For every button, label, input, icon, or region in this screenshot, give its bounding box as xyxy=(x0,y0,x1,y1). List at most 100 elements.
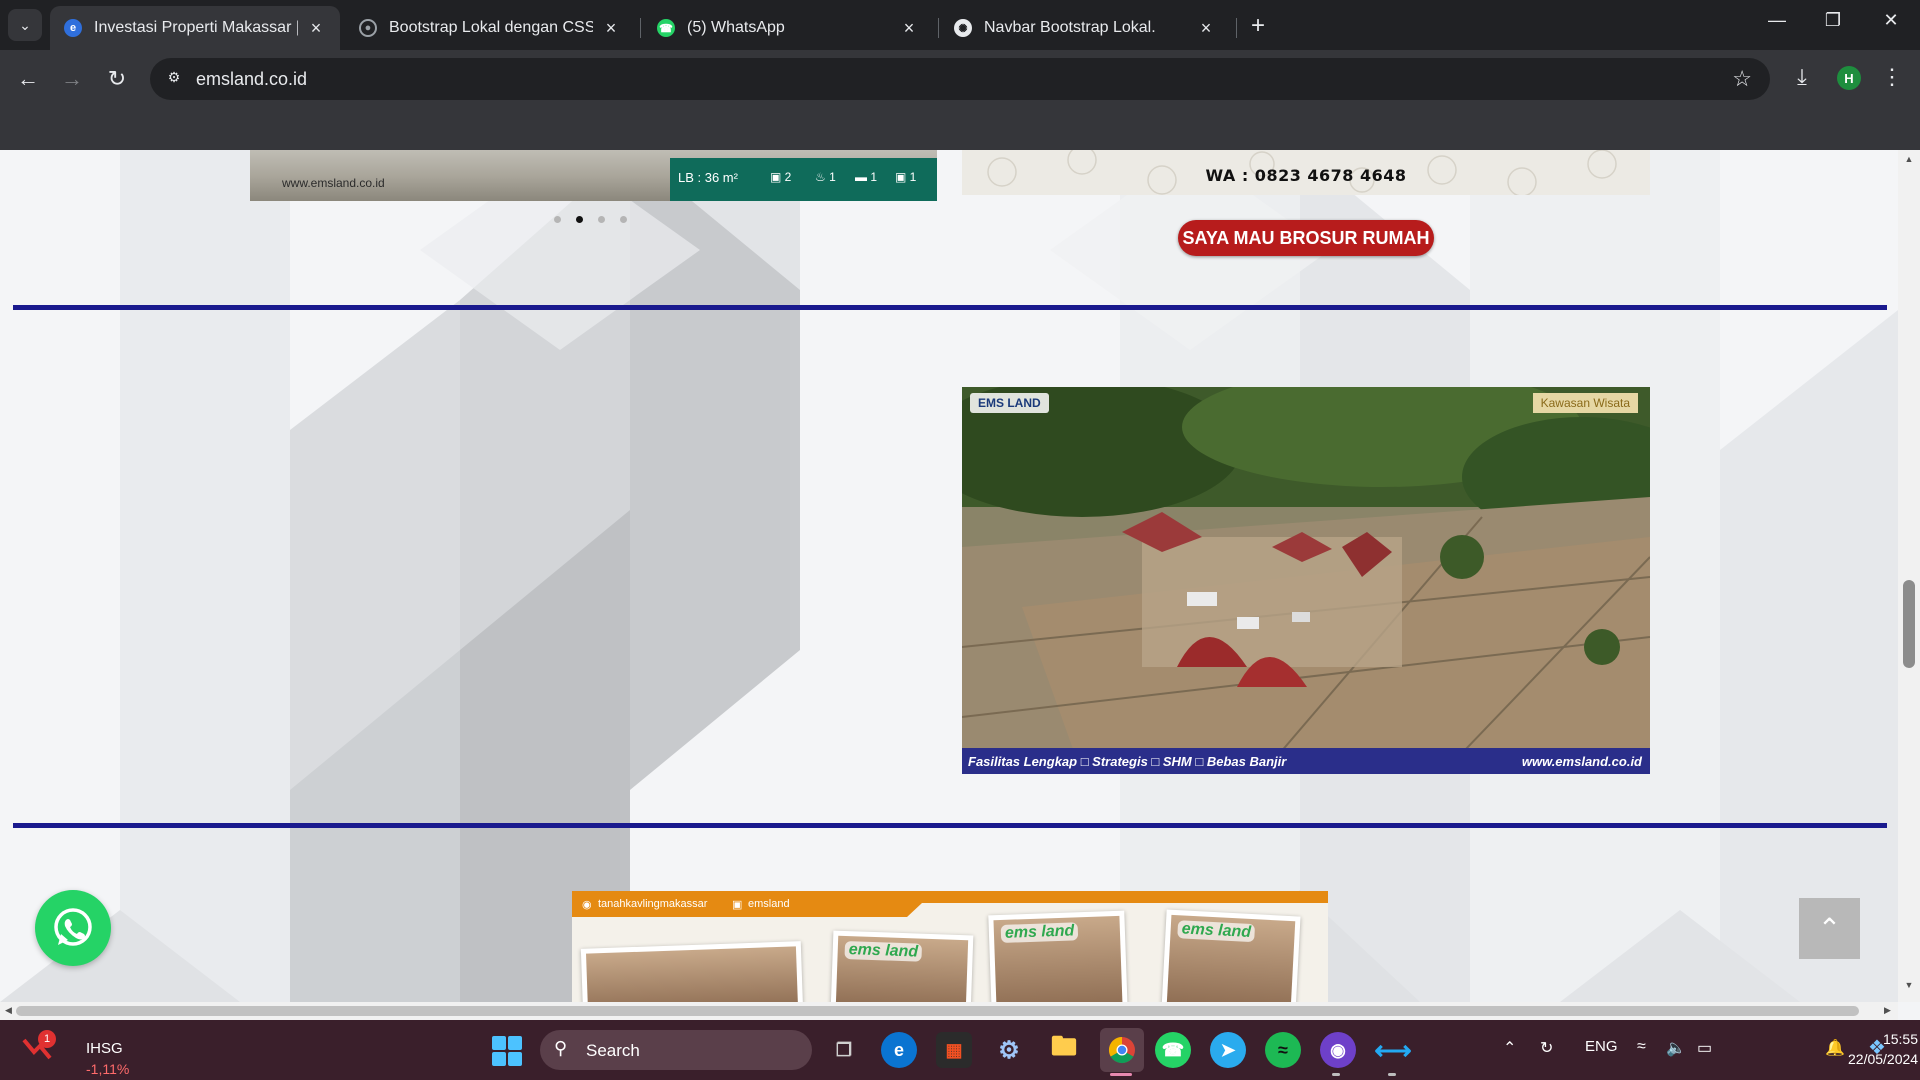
folder-icon: 🖿 xyxy=(1050,1031,1077,1061)
tab-search-button[interactable]: ⌄ xyxy=(8,9,42,41)
menu-kebab-icon[interactable]: ⋮ xyxy=(1877,64,1907,90)
horizontal-scrollbar[interactable]: ◀ ▶ xyxy=(0,1002,1898,1020)
site-info-icon[interactable]: ⚙ xyxy=(164,69,184,89)
ems-land-sign: ems land xyxy=(1000,922,1079,943)
volume-icon[interactable]: 🔈 xyxy=(1666,1038,1686,1058)
notification-bell-icon[interactable]: 🔔 xyxy=(1825,1038,1845,1058)
back-to-top-button[interactable]: ⌃ xyxy=(1799,898,1860,959)
stock-widget[interactable]: 1 IHSG -1,11% xyxy=(22,1030,129,1077)
profile-avatar[interactable]: H xyxy=(1837,66,1861,90)
telegram-app[interactable]: ➤ xyxy=(1210,1032,1246,1068)
whatsapp-number: WA : 0823 4678 4648 xyxy=(1205,166,1407,185)
close-icon[interactable]: × xyxy=(1196,18,1216,39)
bookmark-star-icon[interactable]: ☆ xyxy=(1732,66,1752,92)
running-app-indicator xyxy=(1332,1073,1340,1076)
close-icon[interactable]: × xyxy=(306,18,326,39)
spotify-icon: ≈ xyxy=(1278,1039,1288,1060)
restore-button[interactable]: ❐ xyxy=(1818,10,1848,31)
search-label: Search xyxy=(586,1041,640,1060)
new-tab-button[interactable]: + xyxy=(1245,12,1271,40)
store-app[interactable]: ▦ xyxy=(936,1032,972,1068)
scroll-up-arrow-icon[interactable]: ▲ xyxy=(1898,154,1920,164)
file-explorer-app[interactable]: 🖿 xyxy=(1046,1031,1082,1068)
sync-icon[interactable]: ↻ xyxy=(1540,1038,1553,1058)
taskbar-search[interactable]: ⚲ Search xyxy=(540,1030,812,1070)
back-button[interactable]: ← xyxy=(13,64,43,94)
car-icon: ▬ 1 xyxy=(855,170,878,184)
tab-whatsapp[interactable]: ☎ (5) WhatsApp × xyxy=(643,6,933,50)
address-bar[interactable]: ⚙ emsland.co.id ☆ xyxy=(150,58,1770,100)
social-photo-banner[interactable]: ◉ tanahkavlingmakassar ▣ emsland ems lan… xyxy=(572,891,1328,1002)
bath-count: 1 xyxy=(829,170,836,184)
carousel-dot-active[interactable] xyxy=(576,216,583,223)
photo-image xyxy=(586,946,799,1002)
carport-count: 1 xyxy=(909,170,917,184)
tab-separator xyxy=(938,18,939,38)
bed-count: 2 xyxy=(784,170,792,184)
whatsapp-float-button[interactable] xyxy=(35,890,111,966)
scroll-left-arrow-icon[interactable]: ◀ xyxy=(5,1005,12,1016)
vscode-app[interactable]: ⟷ xyxy=(1374,1032,1411,1068)
instagram-icon: ◉ xyxy=(582,899,592,911)
notification-badge: 1 xyxy=(38,1030,56,1048)
forward-button[interactable]: → xyxy=(57,64,87,94)
wifi-icon[interactable]: ≈ xyxy=(1637,1038,1646,1056)
whatsapp-icon xyxy=(54,908,92,946)
stock-change: -1,11% xyxy=(86,1061,130,1077)
download-icon[interactable]: ⤓ xyxy=(1787,64,1817,90)
close-window-button[interactable]: ✕ xyxy=(1876,10,1906,31)
property-banner-image[interactable]: www.emsland.co.id LB : 36 m² ▣ 2 ♨ 1 ▬ 1… xyxy=(250,150,937,201)
ems-land-sign: ems land xyxy=(844,940,923,962)
task-view-button[interactable]: ❐ xyxy=(826,1032,862,1068)
video-caption-bar: Fasilitas Lengkap □ Strategis □ SHM □ Be… xyxy=(962,748,1650,774)
brochure-cta-button[interactable]: SAYA MAU BROSUR RUMAH xyxy=(1178,220,1434,256)
carport-icon: ▣ 1 xyxy=(895,170,917,184)
minimize-icon: — xyxy=(1768,10,1786,30)
stock-widget-icon: 1 xyxy=(22,1030,56,1062)
aerial-view-image xyxy=(962,387,1650,774)
restore-icon: ❐ xyxy=(1824,10,1842,30)
close-icon[interactable]: × xyxy=(899,18,919,39)
carousel-dot[interactable] xyxy=(620,216,627,223)
scrollbar-thumb[interactable] xyxy=(16,1006,1859,1016)
carousel-indicators xyxy=(554,216,627,223)
start-button[interactable] xyxy=(492,1036,522,1066)
reload-icon: ↻ xyxy=(107,66,127,91)
tab-title: Navbar Bootstrap Lokal. xyxy=(984,19,1156,36)
scroll-right-arrow-icon[interactable]: ▶ xyxy=(1884,1005,1891,1016)
close-icon[interactable]: × xyxy=(601,18,621,39)
video-player[interactable]: EMS LAND Kawasan Wisata Fasilitas Lengka… xyxy=(962,387,1650,774)
url-text[interactable]: emsland.co.id xyxy=(196,69,307,90)
instagram-handle: tanahkavlingmakassar xyxy=(598,898,708,910)
video-tag-label: Kawasan Wisata xyxy=(1532,393,1638,413)
arrow-left-icon: ← xyxy=(17,66,39,91)
input-language[interactable]: ENG xyxy=(1585,1038,1618,1055)
windows-logo-icon xyxy=(508,1052,522,1066)
chrome-app[interactable] xyxy=(1100,1028,1144,1072)
vertical-scrollbar[interactable]: ▲ ▼ xyxy=(1898,150,1920,1002)
carousel-dot[interactable] xyxy=(598,216,605,223)
reload-button[interactable]: ↻ xyxy=(102,64,132,94)
battery-icon[interactable]: ▭ xyxy=(1697,1038,1712,1058)
minimize-button[interactable]: — xyxy=(1762,10,1792,31)
tab-emsland[interactable]: e Investasi Properti Makassar | EM × xyxy=(50,6,340,50)
scroll-down-arrow-icon[interactable]: ▼ xyxy=(1898,980,1920,990)
chevron-up-icon[interactable]: ⌃ xyxy=(1503,1038,1516,1058)
tab-bootstrap-lokal[interactable]: ● Bootstrap Lokal dengan CSS da × xyxy=(345,6,635,50)
openai-icon: ✺ xyxy=(954,19,972,37)
spotify-app[interactable]: ≈ xyxy=(1265,1032,1301,1068)
section-divider xyxy=(13,823,1887,828)
github-desktop-app[interactable]: ◉ xyxy=(1320,1032,1356,1068)
edge-app[interactable]: e xyxy=(881,1032,917,1068)
arrow-right-icon: → xyxy=(61,66,83,91)
settings-app[interactable]: ⚙ xyxy=(991,1032,1027,1068)
tab-navbar-bootstrap[interactable]: ✺ Navbar Bootstrap Lokal. × xyxy=(940,6,1230,50)
photo-card: ems land xyxy=(830,930,974,1002)
carousel-dot[interactable] xyxy=(554,216,561,223)
copilot-icon[interactable]: ❖ xyxy=(1868,1035,1886,1060)
whatsapp-app[interactable]: ☎ xyxy=(1155,1032,1191,1068)
scrollbar-thumb[interactable] xyxy=(1903,580,1915,668)
telegram-icon: ➤ xyxy=(1220,1039,1236,1060)
store-icon: ▦ xyxy=(945,1039,963,1060)
video-caption-url: www.emsland.co.id xyxy=(1521,754,1642,769)
